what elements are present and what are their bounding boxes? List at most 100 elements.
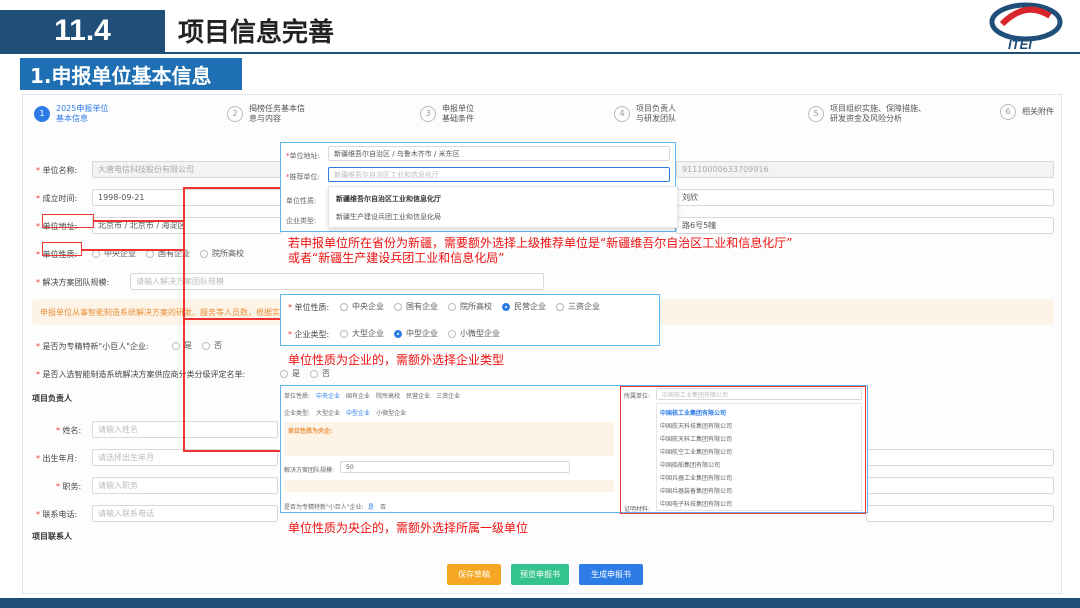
ov2-nature-radio-group: 中央企业 国有企业 院所高校 民营企业 三资企业 [340, 301, 610, 312]
step-1[interactable]: 1 2025申报单位 基本信息 [34, 104, 108, 124]
little-giant-yes[interactable]: 是 [172, 340, 192, 351]
ov2-type-label: * 企业类型: [288, 330, 330, 339]
highlight-nature [42, 242, 82, 256]
birth-label: * 出生年月: [36, 454, 78, 463]
ov3-notice-title: 单位性质为央企: [288, 428, 333, 435]
ov2-nature-private[interactable]: 民营企业 [502, 301, 546, 312]
job-label: * 职务: [56, 482, 82, 491]
ov2-type-large[interactable]: 大型企业 [340, 328, 384, 339]
ov1-nature-label: 单位性质: [286, 197, 317, 205]
section-number: 11.4 [0, 10, 165, 52]
section-title: 1.申报单位基本信息 [20, 58, 242, 90]
arrow-line [183, 318, 281, 320]
ov2-nature-central[interactable]: 中央企业 [340, 301, 384, 312]
ov3-parent-option[interactable]: 中国兵器工业集团有限公司 [660, 473, 732, 482]
ov1-addr-label: *单位地址: [286, 152, 320, 160]
ov2-type-radio-group: 大型企业 中型企业 小微型企业 [340, 328, 510, 339]
ov1-rec-label: *推荐单位: [286, 173, 320, 181]
nature-institute[interactable]: 院所高校 [200, 248, 244, 259]
annotation-enterprise: 单位性质为企业的，需额外选择企业类型 [288, 353, 505, 367]
contact-input[interactable]: 刘欣 [676, 189, 1054, 206]
ov3-parent-option[interactable]: 中国兵器装备集团有限公司 [660, 486, 732, 495]
step-3[interactable]: 3 申报单位 基础条件 [420, 104, 474, 124]
ov3-team-label: 解决方案团队规模: [284, 467, 335, 474]
highlight-address [42, 214, 94, 228]
ov3-parent-option[interactable]: 中国电子科技集团有限公司 [660, 499, 732, 508]
arrow-line [183, 187, 281, 189]
itei-logo: ITEI [980, 2, 1072, 52]
name-label: * 姓名: [56, 426, 82, 435]
ov3-lg-options[interactable]: 是 否 [368, 502, 386, 511]
annotation-central: 单位性质为央企的，需额外选择所属一级单位 [288, 521, 529, 535]
right-field-2[interactable] [866, 477, 1054, 494]
ov2-nature-label: * 单位性质: [288, 303, 330, 312]
ov3-parent-select[interactable]: 中国核工业集团有限公司 [656, 388, 862, 400]
job-input[interactable]: 请输入职务 [92, 477, 278, 494]
ov2-nature-foreign[interactable]: 三资企业 [556, 301, 600, 312]
ov1-option-2[interactable]: 新疆生产建设兵团工业和信息化局 [336, 212, 441, 222]
ov3-parent-option[interactable]: 中国航空工业集团有限公司 [660, 447, 732, 456]
notice-text: 申报单位从事智能制造系统解决方案的研发、服务等人员数，根据实际情况填写 [40, 308, 320, 317]
founded-label: * 成立时间: [36, 194, 78, 203]
step-6[interactable]: 6 相关附件 [1000, 104, 1054, 120]
ov1-address-cascader[interactable]: 新疆维吾尔自治区 / 乌鲁木齐市 / 米东区 [328, 146, 670, 161]
ov1-recommend-select[interactable]: 新疆维吾尔自治区工业和信息化厅 [328, 167, 670, 182]
birth-date-input[interactable]: 请选择出生年月 [92, 449, 278, 466]
generate-button[interactable]: 生成申报书 [579, 564, 643, 585]
ov2-nature-state[interactable]: 国有企业 [394, 301, 438, 312]
team-size-input[interactable]: 请输入解决方案团队规模 [130, 273, 544, 290]
step-2[interactable]: 2 揭榜任务基本信 息与内容 [227, 104, 305, 124]
ov3-parent-option[interactable]: 中国航天科技集团有限公司 [660, 421, 732, 430]
step-4[interactable]: 4 项目负责人 与研发团队 [614, 104, 676, 124]
header-divider [0, 52, 1080, 54]
listed-yes[interactable]: 是 [280, 368, 300, 379]
team-label: * 解决方案团队规模: [36, 278, 110, 287]
ov3-nature-label: 单位性质: [284, 393, 311, 400]
ov3-parent-option[interactable]: 中国航天科工集团有限公司 [660, 434, 732, 443]
save-draft-button[interactable]: 保存草稿 [447, 564, 501, 585]
ov3-type-label: 企业类型: [284, 410, 311, 417]
right-field-3[interactable] [866, 505, 1054, 522]
page-title: 项目信息完善 [178, 18, 335, 48]
address-detail-input[interactable]: 路6号5幢 [676, 217, 1054, 234]
preview-button[interactable]: 预览申报书 [511, 564, 569, 585]
little-giant-no[interactable]: 否 [202, 340, 222, 351]
leader-section-title: 项目负责人 [32, 394, 72, 403]
arrow-line [94, 220, 184, 222]
ov3-notice [284, 422, 614, 456]
ov3-parent-option[interactable]: 中国船舶集团有限公司 [660, 460, 720, 469]
annotation-xinjiang-2: 或者“新疆生产建设兵团工业和信息化局” [288, 251, 505, 265]
ov3-cert-label: 证明材料: [624, 506, 651, 513]
ov3-lg-label: 是否为专精特新"小巨人"企业: [284, 504, 364, 511]
listed-radio-group: 是 否 [280, 368, 340, 379]
little-giant-radio-group: 是 否 [172, 340, 232, 351]
ov1-option-1[interactable]: 新疆维吾尔自治区工业和信息化厅 [336, 194, 441, 204]
unit-name-input[interactable]: 大唐电信科技股份有限公司 [92, 161, 282, 178]
ov3-nature-options[interactable]: 中央企业 国有企业 院所高校 民营企业 三资企业 [316, 391, 460, 400]
ov3-type-options[interactable]: 大型企业 中型企业 小微型企业 [316, 408, 406, 417]
footer-bar [0, 598, 1080, 608]
name-input[interactable]: 请输入姓名 [92, 421, 278, 438]
founded-date-input[interactable]: 1998-09-21 [92, 189, 282, 206]
logo-icon: ITEI [989, 2, 1063, 52]
right-field-1[interactable] [866, 449, 1054, 466]
credit-code-input[interactable]: 91110000633709916 [676, 161, 1054, 178]
arrow-line [183, 450, 281, 452]
ov3-parent-label: 所属单位: [624, 393, 651, 400]
unit-name-label: * 单位名称: [36, 166, 78, 175]
ov2-nature-institute[interactable]: 院所高校 [448, 301, 492, 312]
phone-input[interactable]: 请输入联系电话 [92, 505, 278, 522]
listed-label: * 是否入选智能制造系统解决方案供应商分类分级评定名单: [36, 370, 246, 379]
logo-text: ITEI [1008, 37, 1032, 52]
step-5[interactable]: 5 项目组织实施、保障措施、 研发资金及风险分析 [808, 104, 926, 124]
ov1-type-label: 企业类型: [286, 217, 317, 225]
ov3-parent-option[interactable]: 中国核工业集团有限公司 [660, 408, 726, 417]
ov2-type-small[interactable]: 小微型企业 [448, 328, 500, 339]
contact-section-title: 项目联系人 [32, 532, 72, 541]
phone-label: * 联系电话: [36, 510, 78, 519]
ov2-type-medium[interactable]: 中型企业 [394, 328, 438, 339]
listed-no[interactable]: 否 [310, 368, 330, 379]
little-giant-label: * 是否为专精特新"小巨人"企业: [36, 342, 149, 351]
ov3-notice-2 [284, 480, 614, 492]
ov3-team-input[interactable]: 50 [340, 461, 570, 473]
